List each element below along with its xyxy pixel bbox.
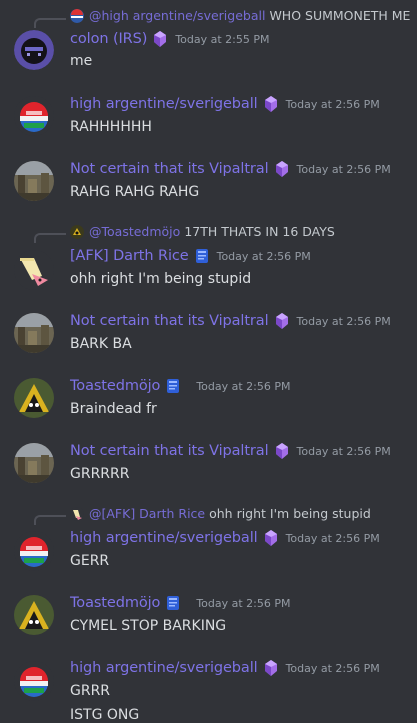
reply-avatar-mini bbox=[70, 224, 84, 239]
timestamp: Today at 2:56 PM bbox=[285, 661, 380, 675]
username[interactable]: Toastedmöjo bbox=[70, 378, 160, 394]
purple-crystal-icon bbox=[262, 529, 280, 547]
timestamp: Today at 2:56 PM bbox=[285, 97, 380, 111]
username[interactable]: Not certain that its Vipaltral bbox=[70, 443, 269, 459]
purple-crystal-icon bbox=[262, 95, 280, 113]
message-header: Not certain that its Vipaltral Today at … bbox=[70, 160, 391, 178]
user-avatar[interactable] bbox=[14, 595, 54, 635]
reply-spine bbox=[34, 233, 66, 243]
reply-snippet[interactable]: WHO SUMMONETH ME bbox=[269, 8, 410, 23]
username[interactable]: Not certain that its Vipaltral bbox=[70, 161, 269, 177]
user-avatar[interactable] bbox=[14, 313, 54, 353]
message-text: CYMEL STOP BARKING bbox=[70, 618, 227, 634]
reply-snippet[interactable]: ohh right I'm being stupid bbox=[209, 506, 371, 521]
reply-author[interactable]: @high argentine/sverigeball bbox=[89, 8, 265, 23]
reply-reference[interactable]: @high argentine/sverigeball WHO SUMMONET… bbox=[70, 8, 410, 23]
message-text: BARK BA bbox=[70, 336, 132, 352]
timestamp: Today at 2:55 PM bbox=[175, 32, 270, 46]
reply-avatar-mini bbox=[70, 506, 84, 521]
message-header: Toastedmöjo Today at 2:56 PM bbox=[70, 377, 291, 395]
message-text: RAHG RAHG RAHG bbox=[70, 184, 200, 200]
message-header: [AFK] Darth Rice Today at 2:56 PM bbox=[70, 247, 311, 265]
reply-avatar-mini bbox=[70, 8, 84, 23]
user-avatar[interactable] bbox=[14, 30, 54, 70]
message-header: high argentine/sverigeball Today at 2:56… bbox=[70, 95, 380, 113]
user-avatar[interactable] bbox=[14, 531, 54, 571]
message-header: high argentine/sverigeball Today at 2:56… bbox=[70, 659, 380, 677]
reply-snippet[interactable]: 17TH THATS IN 16 DAYS bbox=[184, 224, 335, 239]
message-header: Not certain that its Vipaltral Today at … bbox=[70, 442, 391, 460]
user-avatar[interactable] bbox=[14, 250, 54, 290]
message-text: me bbox=[70, 53, 93, 69]
reply-reference[interactable]: @Toastedmöjo 17TH THATS IN 16 DAYS bbox=[70, 224, 335, 239]
username[interactable]: high argentine/sverigeball bbox=[70, 530, 258, 546]
user-avatar[interactable] bbox=[14, 378, 54, 418]
user-avatar[interactable] bbox=[14, 96, 54, 136]
message-text: GRRRRR bbox=[70, 466, 130, 482]
purple-crystal-icon bbox=[273, 442, 291, 460]
message-header: Not certain that its Vipaltral Today at … bbox=[70, 312, 391, 330]
reply-reference[interactable]: @[AFK] Darth Rice ohh right I'm being st… bbox=[70, 506, 371, 521]
timestamp: Today at 2:56 PM bbox=[196, 596, 291, 610]
username[interactable]: [AFK] Darth Rice bbox=[70, 248, 189, 264]
message-header: high argentine/sverigeball Today at 2:56… bbox=[70, 529, 380, 547]
message-header: colon (IRS) Today at 2:55 PM bbox=[70, 30, 270, 48]
reply-spine bbox=[34, 18, 66, 28]
message-text: ohh right I'm being stupid bbox=[70, 271, 252, 287]
reply-author[interactable]: @[AFK] Darth Rice bbox=[89, 506, 205, 521]
username[interactable]: colon (IRS) bbox=[70, 31, 147, 47]
blue-book-icon bbox=[164, 594, 182, 612]
purple-crystal-icon bbox=[273, 160, 291, 178]
timestamp: Today at 2:56 PM bbox=[216, 249, 311, 263]
message-text: Braindead fr bbox=[70, 401, 157, 417]
message-text: GRRR bbox=[70, 683, 111, 699]
timestamp: Today at 2:56 PM bbox=[285, 531, 380, 545]
purple-crystal-icon bbox=[273, 312, 291, 330]
username[interactable]: Toastedmöjo bbox=[70, 595, 160, 611]
username[interactable]: Not certain that its Vipaltral bbox=[70, 313, 269, 329]
blue-book-icon bbox=[193, 247, 211, 265]
user-avatar[interactable] bbox=[14, 661, 54, 701]
blue-book-icon bbox=[164, 377, 182, 395]
timestamp: Today at 2:56 PM bbox=[296, 314, 391, 328]
purple-crystal-icon bbox=[151, 30, 169, 48]
reply-author[interactable]: @Toastedmöjo bbox=[89, 224, 180, 239]
message-text: RAHHHHHH bbox=[70, 119, 152, 135]
username[interactable]: high argentine/sverigeball bbox=[70, 96, 258, 112]
message-header: Toastedmöjo Today at 2:56 PM bbox=[70, 594, 291, 612]
user-avatar[interactable] bbox=[14, 443, 54, 483]
timestamp: Today at 2:56 PM bbox=[296, 162, 391, 176]
username[interactable]: high argentine/sverigeball bbox=[70, 660, 258, 676]
purple-crystal-icon bbox=[262, 659, 280, 677]
timestamp: Today at 2:56 PM bbox=[296, 444, 391, 458]
timestamp: Today at 2:56 PM bbox=[196, 379, 291, 393]
message-text: GERR bbox=[70, 553, 110, 569]
user-avatar[interactable] bbox=[14, 161, 54, 201]
reply-spine bbox=[34, 515, 66, 525]
